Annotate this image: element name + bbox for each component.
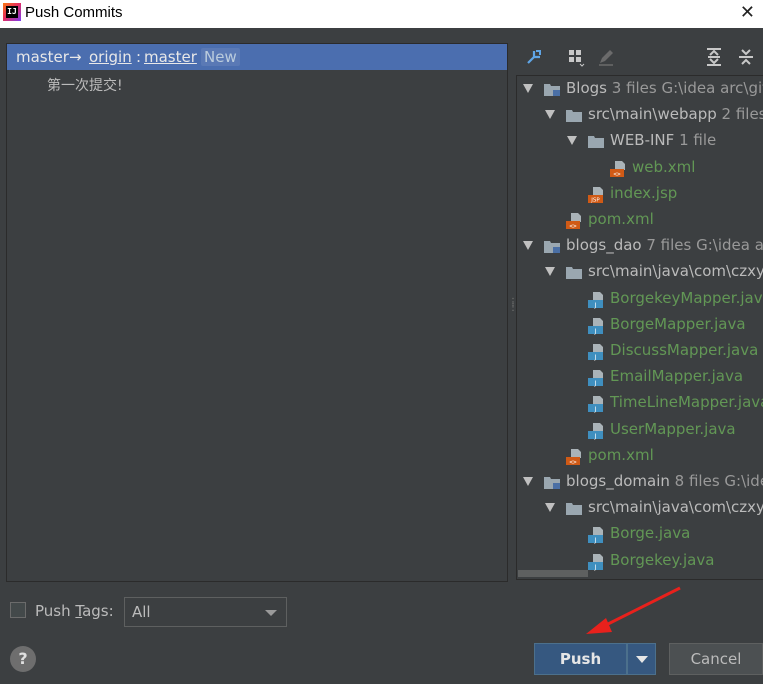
tree-item-name: Borge.java bbox=[610, 524, 691, 543]
xml-file-icon: <> bbox=[565, 212, 583, 234]
module-folder-icon bbox=[543, 81, 561, 101]
tree-item-name: UserMapper.java bbox=[610, 419, 736, 438]
title-bar: IJ Push Commits ✕ bbox=[0, 0, 763, 28]
expand-all-icon[interactable] bbox=[704, 47, 724, 67]
tags-select[interactable]: All bbox=[124, 597, 287, 627]
xml-file-icon: <> bbox=[609, 160, 627, 182]
xml-file-icon: <> bbox=[565, 448, 583, 470]
java-file-icon: J bbox=[587, 526, 605, 548]
svg-text:J: J bbox=[594, 301, 597, 309]
help-button[interactable]: ? bbox=[10, 646, 36, 672]
java-file-icon: J bbox=[587, 369, 605, 391]
remote-separator: : bbox=[136, 48, 142, 66]
expand-arrow-icon[interactable] bbox=[523, 84, 533, 93]
push-options-dropdown[interactable] bbox=[627, 643, 656, 675]
java-file-icon: J bbox=[587, 343, 605, 365]
tree-item-name: WEB-INF bbox=[610, 131, 675, 150]
java-file-icon: J bbox=[587, 317, 605, 339]
changed-files-tree[interactable]: Blogs 3 files G:\idea arc\git src\main\we… bbox=[516, 75, 763, 580]
svg-text:J: J bbox=[594, 405, 597, 413]
module-path: G:\idea arc\git bbox=[656, 79, 763, 97]
java-file-icon: J bbox=[587, 553, 605, 575]
tree-item-name: BorgeMapper.java bbox=[610, 314, 746, 333]
local-branch: master bbox=[16, 48, 69, 66]
changes-toolbar bbox=[516, 44, 763, 72]
expand-arrow-icon[interactable] bbox=[545, 110, 555, 120]
commit-message[interactable]: 第一次提交! bbox=[47, 75, 123, 95]
svg-text:J: J bbox=[594, 563, 597, 571]
tree-item-name: Blogs bbox=[566, 79, 607, 97]
expand-arrow-icon[interactable] bbox=[545, 267, 555, 277]
chevron-down-icon bbox=[265, 610, 277, 616]
push-tags-label: Push Tags: bbox=[35, 602, 114, 620]
tree-item-name: pom.xml bbox=[588, 445, 654, 464]
group-by-icon[interactable] bbox=[566, 47, 586, 67]
horizontal-scrollbar[interactable] bbox=[518, 570, 588, 577]
module-folder-icon bbox=[543, 474, 561, 494]
java-file-icon: J bbox=[587, 291, 605, 313]
arrow-right-icon: → bbox=[69, 48, 82, 66]
file-count: 1 file bbox=[674, 131, 717, 150]
module-path: G:\ide bbox=[724, 472, 763, 490]
folder-icon bbox=[565, 107, 583, 127]
folder-icon bbox=[565, 264, 583, 284]
chevron-down-icon bbox=[636, 656, 648, 663]
tree-item-name: src\main\webapp bbox=[588, 105, 717, 124]
remote-branch-link[interactable]: master bbox=[144, 48, 197, 66]
edit-icon[interactable] bbox=[596, 47, 616, 67]
java-file-icon: J bbox=[587, 422, 605, 444]
svg-text:J: J bbox=[594, 353, 597, 361]
svg-text:J: J bbox=[594, 432, 597, 440]
push-tags-checkbox[interactable] bbox=[10, 602, 26, 618]
window-title: Push Commits bbox=[25, 4, 123, 21]
collapse-all-icon[interactable] bbox=[736, 47, 756, 67]
java-file-icon: J bbox=[587, 395, 605, 417]
tree-item-name: blogs_domain bbox=[566, 472, 670, 490]
tree-item-name: src\main\java\com\czxy\ bbox=[588, 262, 763, 281]
file-count: 3 files bbox=[606, 79, 657, 97]
expand-arrow-icon[interactable] bbox=[567, 136, 577, 146]
module-path: G:\idea ar bbox=[691, 236, 763, 255]
svg-text:J: J bbox=[594, 379, 597, 387]
file-count: 7 files bbox=[641, 236, 692, 255]
expand-arrow-icon[interactable] bbox=[523, 477, 533, 486]
tree-item-name: pom.xml bbox=[588, 210, 654, 228]
tree-item-name: index.jsp bbox=[610, 183, 678, 202]
tree-item-name: EmailMapper.java bbox=[610, 367, 744, 386]
file-count: 8 files bbox=[669, 472, 720, 490]
folder-icon bbox=[587, 133, 605, 153]
show-diff-icon[interactable] bbox=[524, 47, 544, 67]
svg-text:<>: <> bbox=[569, 223, 577, 230]
svg-text:JSP: JSP bbox=[590, 197, 600, 203]
tree-item-name: web.xml bbox=[632, 157, 696, 176]
tags-select-value: All bbox=[132, 603, 151, 621]
tree-item-name: TimeLineMapper.java bbox=[610, 393, 763, 412]
remote-name-link[interactable]: origin bbox=[89, 48, 132, 66]
splitter-handle[interactable]: ⋮ ⋮ bbox=[508, 298, 518, 320]
file-count: 2 files bbox=[716, 105, 763, 124]
expand-arrow-icon[interactable] bbox=[523, 241, 533, 251]
expand-arrow-icon[interactable] bbox=[545, 503, 555, 513]
tree-item-name: BorgekeyMapper.java bbox=[610, 288, 763, 307]
red-annotation-arrow-icon bbox=[586, 586, 681, 634]
svg-text:<>: <> bbox=[569, 459, 577, 466]
module-folder-icon bbox=[543, 238, 561, 258]
commits-panel: master → origin : master New 第一次提交! bbox=[6, 43, 508, 582]
close-icon[interactable]: ✕ bbox=[740, 2, 755, 23]
branch-push-row[interactable]: master → origin : master New bbox=[7, 44, 507, 70]
jsp-file-icon: JSP bbox=[587, 186, 605, 208]
svg-text:<>: <> bbox=[613, 171, 621, 178]
new-badge: New bbox=[201, 48, 240, 66]
tree-item-name: Borgekey.java bbox=[610, 550, 715, 569]
cancel-button[interactable]: Cancel bbox=[669, 643, 763, 675]
tree-item-name: blogs_dao bbox=[566, 236, 642, 255]
push-button[interactable]: Push bbox=[534, 643, 627, 675]
tree-item-name: DiscussMapper.java bbox=[610, 341, 759, 359]
svg-text:J: J bbox=[594, 536, 597, 544]
intellij-app-icon: IJ bbox=[3, 3, 21, 21]
svg-text:J: J bbox=[594, 327, 597, 335]
folder-icon bbox=[565, 500, 583, 520]
tree-item-name: src\main\java\com\czxy\ bbox=[588, 498, 763, 517]
